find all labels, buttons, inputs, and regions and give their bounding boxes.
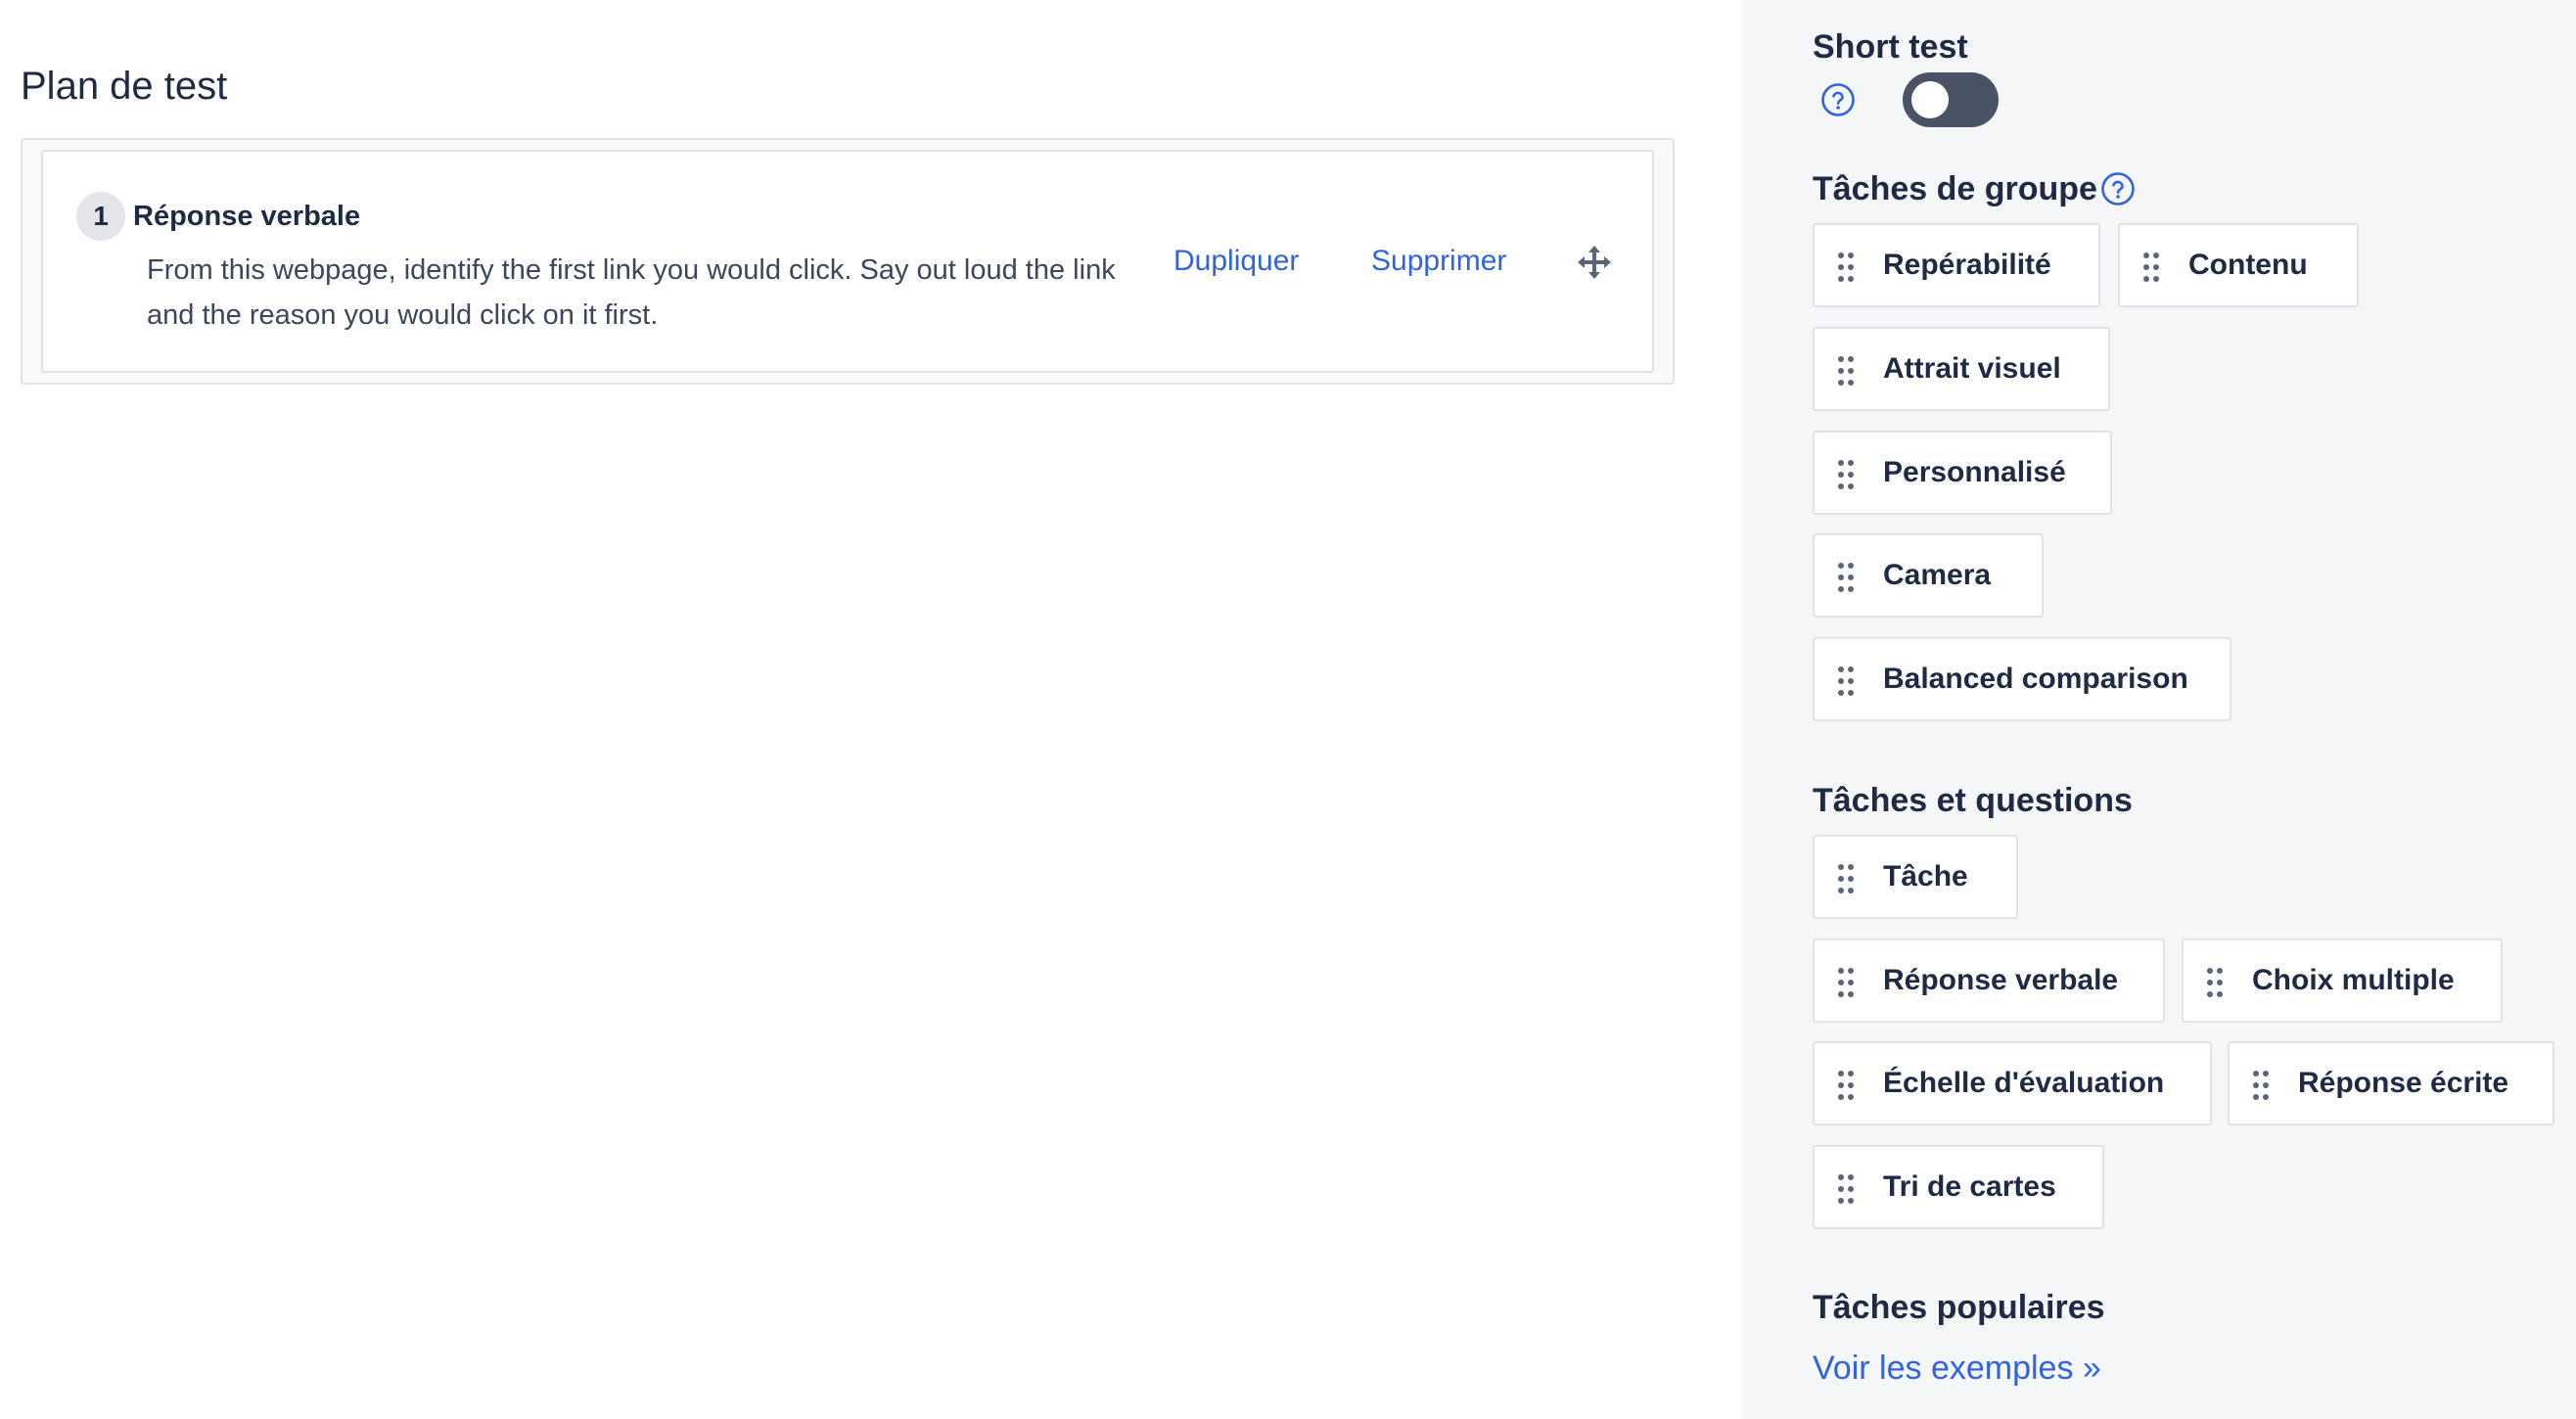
drag-handle-icon (1838, 1071, 1854, 1100)
chip-findability[interactable]: Repérabilité (1813, 223, 2100, 307)
tasks-questions-heading: Tâches et questions (1813, 782, 2133, 819)
chip-label: Attrait visuel (1883, 352, 2061, 385)
drag-handle-icon (2253, 1071, 2269, 1100)
test-plan-list: 1 Réponse verbale From this webpage, ide… (21, 138, 1675, 385)
drag-handle-icon (1838, 864, 1854, 893)
drag-handle-icon (1838, 356, 1854, 386)
move-icon[interactable] (1578, 246, 1611, 279)
drag-handle-icon (1838, 1174, 1854, 1204)
task-card[interactable]: 1 Réponse verbale From this webpage, ide… (41, 150, 1654, 373)
chip-balanced-comparison[interactable]: Balanced comparison (1813, 637, 2231, 721)
drag-handle-icon (1838, 968, 1854, 997)
chip-verbal-response[interactable]: Réponse verbale (1813, 938, 2165, 1023)
chip-visual-appeal[interactable]: Attrait visuel (1813, 327, 2110, 411)
chip-label: Repérabilité (1883, 249, 2051, 281)
chip-label: Échelle d'évaluation (1883, 1067, 2165, 1099)
chip-task[interactable]: Tâche (1813, 835, 2018, 919)
chip-label: Camera (1883, 559, 1992, 591)
drag-handle-icon (1838, 460, 1854, 489)
chip-card-sort[interactable]: Tri de cartes (1813, 1145, 2104, 1229)
short-test-toggle[interactable] (1903, 72, 1999, 127)
help-icon[interactable] (2100, 171, 2136, 206)
chip-multiple-choice[interactable]: Choix multiple (2182, 938, 2503, 1023)
chip-label: Tâche (1883, 860, 1968, 893)
duplicate-link[interactable]: Dupliquer (1173, 242, 1299, 281)
task-number-badge: 1 (76, 192, 125, 241)
task-title: Réponse verbale (133, 201, 361, 232)
chip-label: Contenu (2188, 249, 2308, 281)
chip-written-response[interactable]: Réponse écrite (2228, 1041, 2554, 1125)
chip-label: Réponse verbale (1883, 964, 2119, 996)
drag-handle-icon (1838, 666, 1854, 696)
drag-handle-icon (2143, 252, 2159, 282)
drag-handle-icon (1838, 252, 1854, 282)
chip-label: Réponse écrite (2298, 1067, 2509, 1099)
task-library-sidebar: Short test Tâches de groupe Repérabilité… (1742, 0, 2576, 1419)
view-examples-link[interactable]: Voir les exemples » (1813, 1347, 2101, 1390)
popular-tasks-heading: Tâches populaires (1813, 1289, 2105, 1326)
chip-label: Tri de cartes (1883, 1170, 2056, 1203)
test-plan-panel: Plan de test 1 Réponse verbale From this… (0, 0, 1742, 1419)
help-icon[interactable] (1820, 82, 1856, 117)
task-description: From this webpage, identify the first li… (147, 254, 1116, 331)
chip-label: Balanced comparison (1883, 663, 2188, 695)
chip-custom[interactable]: Personnalisé (1813, 431, 2112, 515)
toggle-knob (1911, 81, 1949, 118)
chip-rating-scale[interactable]: Échelle d'évaluation (1813, 1041, 2212, 1125)
short-test-heading: Short test (1813, 28, 1968, 66)
delete-link[interactable]: Supprimer (1371, 242, 1506, 281)
chip-label: Personnalisé (1883, 456, 2066, 488)
chip-content[interactable]: Contenu (2118, 223, 2359, 307)
chip-label: Choix multiple (2252, 964, 2455, 996)
group-tasks-heading: Tâches de groupe (1813, 170, 2097, 207)
drag-handle-icon (2207, 968, 2223, 997)
chip-camera[interactable]: Camera (1813, 533, 2044, 618)
drag-handle-icon (1838, 563, 1854, 592)
page-title: Plan de test (21, 65, 228, 108)
